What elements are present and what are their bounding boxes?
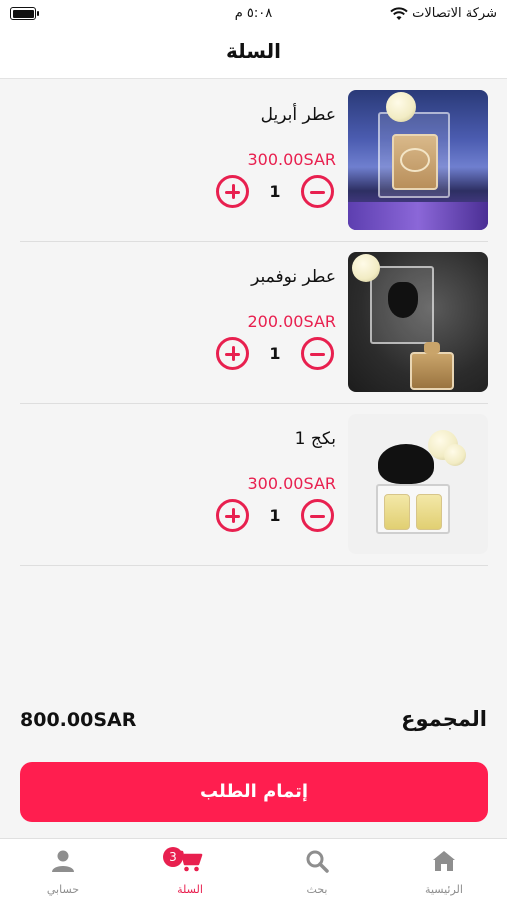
- quantity-value: 1: [269, 344, 281, 363]
- product-price: 300.00SAR: [247, 150, 337, 169]
- product-image[interactable]: [348, 252, 488, 392]
- quantity-stepper: 1: [216, 499, 334, 533]
- tab-home-label: الرئيسية: [425, 883, 463, 896]
- page-header: السلة: [0, 28, 507, 79]
- tab-search[interactable]: بحث: [254, 839, 380, 900]
- quantity-stepper: 1: [216, 175, 334, 209]
- tab-search-label: بحث: [306, 883, 328, 896]
- decrease-quantity-button[interactable]: [301, 337, 334, 370]
- product-price: 200.00SAR: [247, 312, 337, 331]
- battery-icon: [10, 7, 39, 20]
- cart-item: عطر نوفمبر 200.00SAR 1: [20, 241, 488, 404]
- checkout-button[interactable]: إتمام الطلب: [20, 762, 488, 822]
- increase-quantity-button[interactable]: [216, 175, 249, 208]
- quantity-stepper: 1: [216, 337, 334, 371]
- quantity-value: 1: [269, 506, 281, 525]
- tab-cart-label: السلة: [177, 883, 203, 896]
- increase-quantity-button[interactable]: [216, 499, 249, 532]
- home-icon: [433, 851, 455, 871]
- decrease-quantity-button[interactable]: [301, 499, 334, 532]
- total-label: المجموع: [401, 707, 487, 731]
- tab-home[interactable]: الرئيسية: [381, 839, 507, 900]
- increase-quantity-button[interactable]: [216, 337, 249, 370]
- product-image[interactable]: [348, 414, 488, 554]
- status-bar: شركة الاتصالات ٥:٠٨ م: [0, 0, 507, 28]
- search-icon: [306, 850, 329, 873]
- quantity-value: 1: [269, 182, 281, 201]
- tab-bar: الرئيسية بحث 3 السلة حسابي: [0, 838, 507, 900]
- person-icon: [52, 850, 74, 872]
- status-time: ٥:٠٨ م: [234, 6, 273, 21]
- product-price: 300.00SAR: [247, 474, 337, 493]
- product-name: عطر نوفمبر: [251, 267, 336, 287]
- decrease-quantity-button[interactable]: [301, 175, 334, 208]
- cart-item: بكج 1 300.00SAR 1: [20, 403, 488, 566]
- tab-account-label: حسابي: [46, 883, 80, 896]
- page-title: السلة: [225, 39, 281, 63]
- product-image[interactable]: [348, 90, 488, 230]
- cart-item: عطر أبريل 300.00SAR 1: [20, 79, 488, 242]
- product-name: بكج 1: [294, 429, 336, 449]
- tab-account[interactable]: حسابي: [0, 839, 126, 900]
- tab-cart[interactable]: 3 السلة: [127, 839, 253, 900]
- cart-count-badge: 3: [163, 847, 183, 867]
- product-name: عطر أبريل: [260, 105, 336, 125]
- total-value: 800.00SAR: [20, 709, 137, 731]
